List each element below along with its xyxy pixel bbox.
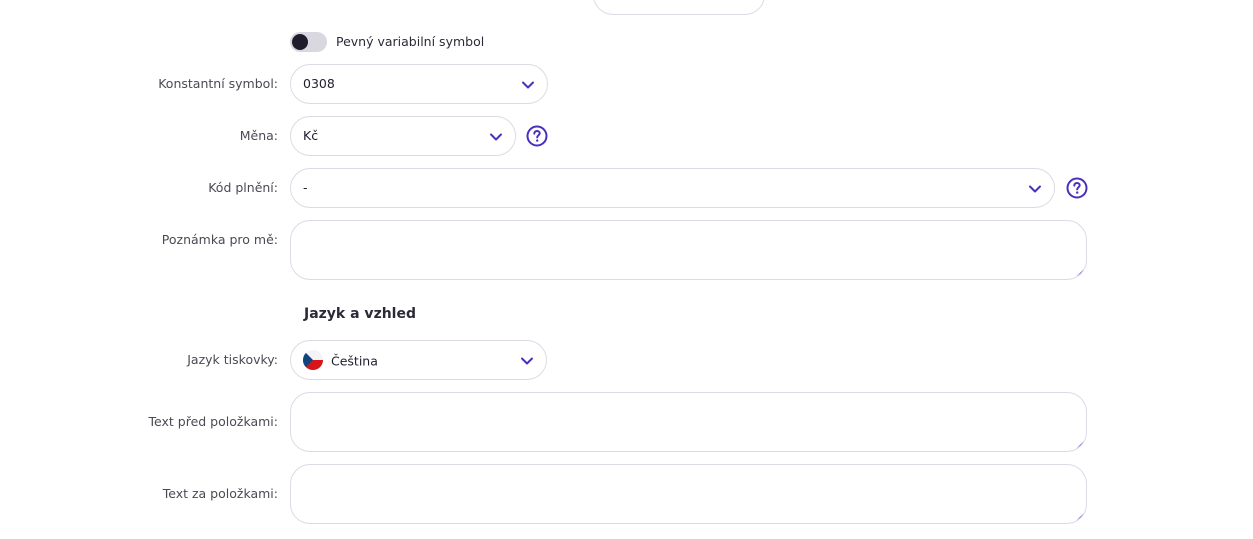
note-label: Poznámka pro mě: <box>161 232 278 247</box>
resize-grip-icon[interactable] <box>1074 267 1086 279</box>
fixed-variable-symbol-label: Pevný variabilní symbol <box>336 34 485 49</box>
text-after-items-label: Text za položkami: <box>162 486 278 501</box>
currency-label: Měna: <box>239 128 278 143</box>
currency-value: Kč <box>303 128 319 143</box>
note-textarea[interactable] <box>290 220 1087 280</box>
print-language-label: Jazyk tiskovky: <box>187 352 278 367</box>
top-button-partial[interactable] <box>593 0 765 15</box>
print-language-select[interactable]: Čeština <box>290 340 547 380</box>
chevron-down-icon <box>522 81 534 89</box>
question-circle-icon[interactable] <box>526 125 548 147</box>
question-circle-icon[interactable] <box>1066 177 1088 199</box>
section-title-language: Jazyk a vzhled <box>304 306 416 322</box>
toggle-knob <box>292 34 308 50</box>
text-after-items-textarea[interactable] <box>290 464 1087 524</box>
performance-code-label: Kód plnění: <box>208 180 278 195</box>
constant-symbol-value: 0308 <box>303 76 335 91</box>
resize-grip-icon[interactable] <box>1074 511 1086 523</box>
resize-grip-icon[interactable] <box>1074 439 1086 451</box>
performance-code-value: - <box>303 180 308 195</box>
text-before-items-label: Text před položkami: <box>148 414 278 429</box>
print-language-value: Čeština <box>331 353 378 369</box>
fixed-variable-symbol-toggle[interactable] <box>290 32 327 52</box>
chevron-down-icon <box>490 133 502 141</box>
print-language-value-wrap: Čeština <box>303 350 378 372</box>
currency-select[interactable]: Kč <box>290 116 516 156</box>
czech-flag-icon <box>303 350 323 370</box>
text-before-items-textarea[interactable] <box>290 392 1087 452</box>
performance-code-select[interactable]: - <box>290 168 1055 208</box>
chevron-down-icon <box>521 357 533 365</box>
constant-symbol-select[interactable]: 0308 <box>290 64 548 104</box>
chevron-down-icon <box>1029 185 1041 193</box>
constant-symbol-label: Konstantní symbol: <box>158 76 278 91</box>
